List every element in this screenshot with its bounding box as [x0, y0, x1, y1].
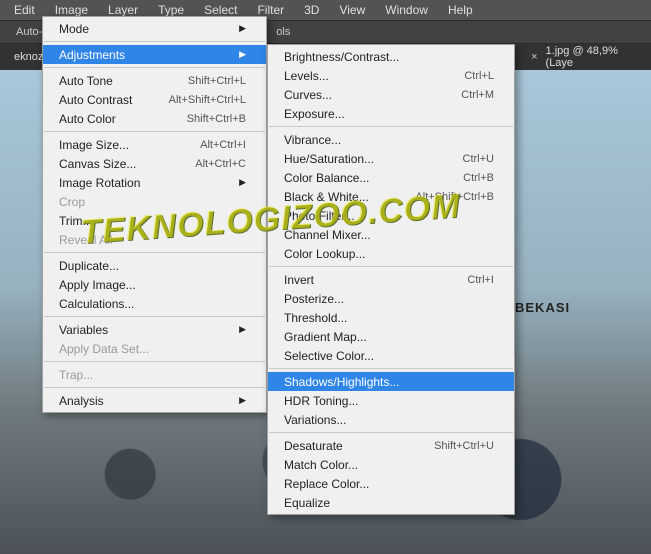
menu-view[interactable]: View	[329, 1, 375, 19]
separator	[44, 67, 265, 68]
menu-mode[interactable]: Mode▶	[43, 19, 266, 38]
chevron-right-icon: ▶	[239, 324, 246, 335]
menu-crop: Crop	[43, 192, 266, 211]
menu-trim[interactable]: Trim...	[43, 211, 266, 230]
chevron-right-icon: ▶	[239, 23, 246, 34]
tab-doc-2[interactable]: 1.jpg @ 48,9% (Laye	[538, 41, 651, 73]
image-menu-dropdown: Mode▶ Adjustments▶ Auto ToneShift+Ctrl+L…	[42, 16, 267, 413]
menu-curves[interactable]: Curves...Ctrl+M	[268, 85, 514, 104]
menu-brightness-contrast[interactable]: Brightness/Contrast...	[268, 47, 514, 66]
menu-replace-color[interactable]: Replace Color...	[268, 474, 514, 493]
menu-apply-data-set: Apply Data Set...	[43, 339, 266, 358]
menu-auto-color[interactable]: Auto ColorShift+Ctrl+B	[43, 109, 266, 128]
menu-canvas-size[interactable]: Canvas Size...Alt+Ctrl+C	[43, 154, 266, 173]
menu-duplicate[interactable]: Duplicate...	[43, 256, 266, 275]
separator	[269, 368, 513, 369]
menu-levels[interactable]: Levels...Ctrl+L	[268, 66, 514, 85]
menu-auto-contrast[interactable]: Auto ContrastAlt+Shift+Ctrl+L	[43, 90, 266, 109]
toolbar-label-2: ols	[276, 26, 290, 38]
menu-shadows-highlights[interactable]: Shadows/Highlights...	[268, 372, 514, 391]
chevron-right-icon: ▶	[239, 395, 246, 406]
toolbar-label: Auto-	[16, 26, 42, 38]
menu-window[interactable]: Window	[375, 1, 438, 19]
menu-variations[interactable]: Variations...	[268, 410, 514, 429]
menu-vibrance[interactable]: Vibrance...	[268, 130, 514, 149]
menu-exposure[interactable]: Exposure...	[268, 104, 514, 123]
menu-black-white[interactable]: Black & White...Alt+Shift+Ctrl+B	[268, 187, 514, 206]
separator	[44, 252, 265, 253]
menu-3d[interactable]: 3D	[294, 1, 329, 19]
menu-posterize[interactable]: Posterize...	[268, 289, 514, 308]
menu-image-size[interactable]: Image Size...Alt+Ctrl+I	[43, 135, 266, 154]
menu-photo-filter[interactable]: Photo Filter...	[268, 206, 514, 225]
menu-adjustments[interactable]: Adjustments▶	[43, 45, 266, 64]
menu-hdr-toning[interactable]: HDR Toning...	[268, 391, 514, 410]
separator	[44, 131, 265, 132]
menu-threshold[interactable]: Threshold...	[268, 308, 514, 327]
menu-auto-tone[interactable]: Auto ToneShift+Ctrl+L	[43, 71, 266, 90]
separator	[269, 266, 513, 267]
separator	[44, 316, 265, 317]
separator	[44, 361, 265, 362]
separator	[269, 432, 513, 433]
menu-match-color[interactable]: Match Color...	[268, 455, 514, 474]
menu-equalize[interactable]: Equalize	[268, 493, 514, 512]
menu-desaturate[interactable]: DesaturateShift+Ctrl+U	[268, 436, 514, 455]
menu-trap: Trap...	[43, 365, 266, 384]
separator	[44, 41, 265, 42]
menu-calculations[interactable]: Calculations...	[43, 294, 266, 313]
menu-color-balance[interactable]: Color Balance...Ctrl+B	[268, 168, 514, 187]
menu-invert[interactable]: InvertCtrl+I	[268, 270, 514, 289]
menu-image-rotation[interactable]: Image Rotation▶	[43, 173, 266, 192]
menu-help[interactable]: Help	[438, 1, 483, 19]
menu-channel-mixer[interactable]: Channel Mixer...	[268, 225, 514, 244]
menu-color-lookup[interactable]: Color Lookup...	[268, 244, 514, 263]
separator	[269, 126, 513, 127]
chevron-right-icon: ▶	[239, 49, 246, 60]
menu-hue-saturation[interactable]: Hue/Saturation...Ctrl+U	[268, 149, 514, 168]
menu-variables[interactable]: Variables▶	[43, 320, 266, 339]
menu-edit[interactable]: Edit	[4, 1, 45, 19]
menu-analysis[interactable]: Analysis▶	[43, 391, 266, 410]
menu-apply-image[interactable]: Apply Image...	[43, 275, 266, 294]
menu-reveal-all: Reveal All	[43, 230, 266, 249]
menu-gradient-map[interactable]: Gradient Map...	[268, 327, 514, 346]
adjustments-submenu: Brightness/Contrast... Levels...Ctrl+L C…	[267, 44, 515, 515]
menu-selective-color[interactable]: Selective Color...	[268, 346, 514, 365]
separator	[44, 387, 265, 388]
chevron-right-icon: ▶	[239, 177, 246, 188]
